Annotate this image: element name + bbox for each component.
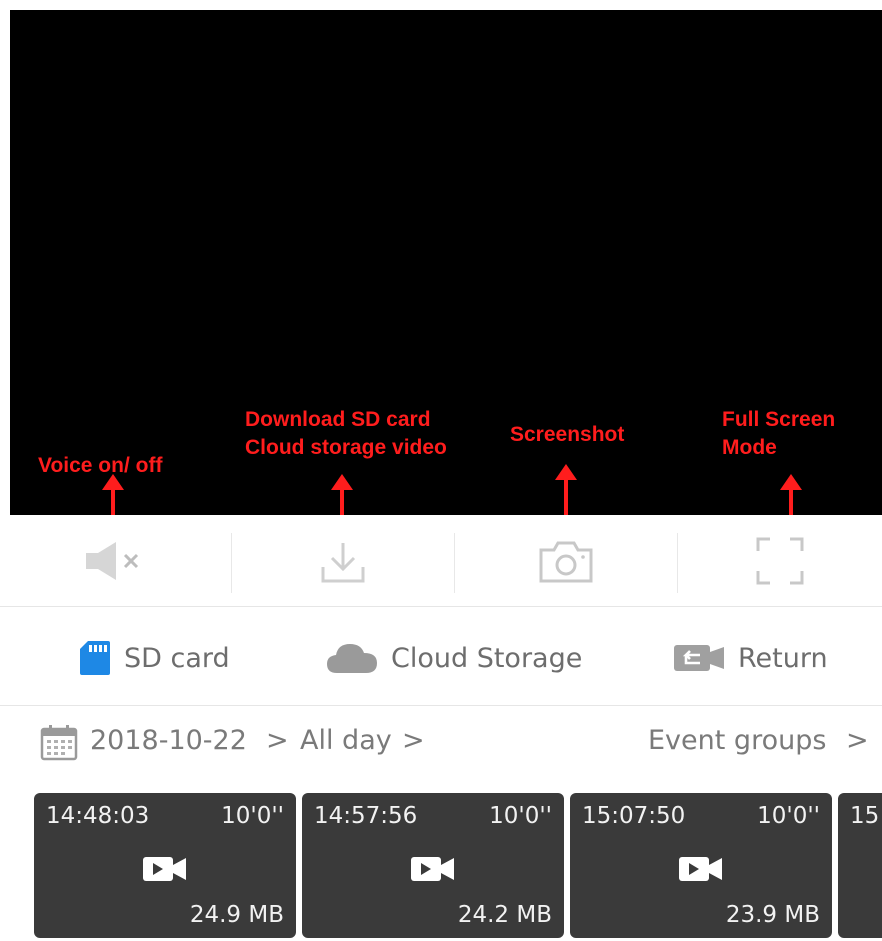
clip-card[interactable]: 14:48:03 10'0'' 24.9 MB <box>34 793 296 938</box>
annotation-voice: Voice on/ off <box>38 452 162 480</box>
mute-button[interactable] <box>0 515 231 607</box>
annotation-fullscreen-line1: Full Screen <box>722 408 836 431</box>
clip-time: 15:07:50 <box>582 803 686 829</box>
video-camera-icon <box>411 857 454 881</box>
clip-size: 23.9 MB <box>725 902 820 928</box>
annotation-download-line2: Cloud storage video <box>245 436 447 459</box>
clip-time: 15 <box>850 803 880 829</box>
date-selector[interactable]: 2018-10-22 <box>90 725 247 756</box>
annotation-fullscreen: Full Screen Mode <box>722 406 835 462</box>
video-camera-icon <box>143 857 186 881</box>
clip-duration: 10'0'' <box>221 803 284 829</box>
annotation-download-line1: Download SD card <box>245 408 431 431</box>
tab-cloud-storage[interactable]: Cloud Storage <box>325 638 582 678</box>
clip-duration: 10'0'' <box>489 803 552 829</box>
tab-cloud-storage-label: Cloud Storage <box>391 642 583 674</box>
download-button[interactable] <box>232 515 454 607</box>
clip-card[interactable]: 15:07:50 10'0'' 23.9 MB <box>570 793 832 938</box>
clip-time: 14:48:03 <box>46 803 150 829</box>
chevron-right-icon: > <box>402 725 425 756</box>
annotation-screenshot: Screenshot <box>510 421 624 449</box>
date-filter-bar: 2018-10-22 > All day > Event groups > <box>0 707 882 777</box>
calendar-icon <box>40 725 78 761</box>
annotation-screenshot-text: Screenshot <box>510 423 625 446</box>
video-camera-icon <box>679 857 722 881</box>
clip-list: 14:48:03 10'0'' 24.9 MB 14:57:56 10'0'' … <box>0 793 882 941</box>
annotation-download: Download SD card Cloud storage video <box>245 406 447 462</box>
return-button[interactable]: Return <box>672 638 828 678</box>
time-range-selector[interactable]: All day <box>300 725 392 756</box>
clip-time: 14:57:56 <box>314 803 418 829</box>
clip-size: 24.2 MB <box>457 902 552 928</box>
fullscreen-icon <box>756 537 804 585</box>
player-controls <box>0 515 882 607</box>
chevron-right-icon: > <box>846 725 869 756</box>
speaker-muted-icon <box>85 542 138 580</box>
fullscreen-button[interactable] <box>678 515 882 607</box>
clip-size: 24.9 MB <box>189 902 284 928</box>
annotation-voice-text: Voice on/ off <box>38 454 163 477</box>
clip-card[interactable]: 15 <box>838 793 882 938</box>
return-label: Return <box>738 642 828 674</box>
return-icon <box>674 645 724 671</box>
tab-sd-card-label: SD card <box>124 642 230 674</box>
clip-card[interactable]: 14:57:56 10'0'' 24.2 MB <box>302 793 564 938</box>
chevron-right-icon: > <box>266 725 289 756</box>
source-tabs: SD card Cloud Storage Return <box>0 608 882 706</box>
tab-sd-card[interactable]: SD card <box>78 638 230 678</box>
download-icon <box>321 543 365 583</box>
annotation-fullscreen-line2: Mode <box>722 436 777 459</box>
event-groups-selector[interactable]: Event groups <box>648 725 826 756</box>
cloud-icon <box>327 644 377 673</box>
clip-duration: 10'0'' <box>757 803 820 829</box>
screenshot-button[interactable] <box>455 515 677 607</box>
sd-card-icon <box>80 641 110 675</box>
camera-icon <box>539 541 593 583</box>
